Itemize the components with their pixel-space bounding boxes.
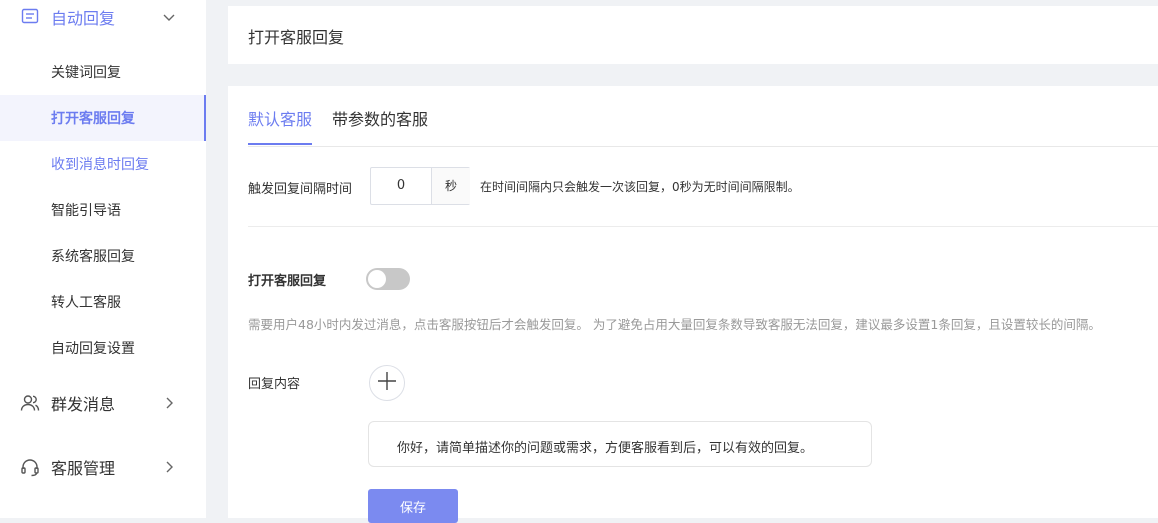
add-reply-button[interactable] <box>369 365 405 401</box>
divider <box>248 226 1158 227</box>
users-icon <box>20 393 40 413</box>
interval-row: 触发回复间隔时间 秒 在时间间隔内只会触发一次该回复，0秒为无时间间隔限制。 <box>248 167 1158 205</box>
interval-input[interactable] <box>371 168 431 204</box>
sidebar-item-smart-guide[interactable]: 智能引导语 <box>0 187 206 233</box>
chevron-down-icon <box>162 10 176 24</box>
content-panel: 默认客服 带参数的客服 触发回复间隔时间 秒 在时间间隔内只会触发一次该回复，0… <box>228 86 1158 523</box>
sidebar-group-auto-reply[interactable]: 自动回复 <box>0 0 206 37</box>
chevron-right-icon <box>162 460 176 474</box>
interval-unit: 秒 <box>431 168 470 204</box>
sidebar-item-auto-reply-settings[interactable]: 自动回复设置 <box>0 325 206 371</box>
chevron-right-icon <box>162 396 176 410</box>
toggle-label: 打开客服回复 <box>248 274 327 289</box>
tab-param-service[interactable]: 带参数的客服 <box>332 106 428 130</box>
sidebar-group-service-manage[interactable]: 客服管理 <box>0 447 206 487</box>
sidebar-group-group-message[interactable]: 群发消息 <box>0 383 206 423</box>
page-header: 打开客服回复 <box>228 6 1158 64</box>
interval-hint: 在时间间隔内只会触发一次该回复，0秒为无时间间隔限制。 <box>480 180 800 194</box>
plus-icon <box>376 370 398 396</box>
sidebar-group-label: 自动回复 <box>51 9 116 28</box>
reply-content-label: 回复内容 <box>248 377 301 392</box>
page-title: 打开客服回复 <box>248 28 345 47</box>
sidebar-item-system-service-reply[interactable]: 系统客服回复 <box>0 233 206 279</box>
sidebar: 自动回复 关键词回复 打开客服回复 收到消息时回复 智能引导语 系统客服回复 转… <box>0 0 206 518</box>
sidebar-group-label: 群发消息 <box>51 395 116 414</box>
active-tab-indicator <box>248 143 312 145</box>
interval-label: 触发回复间隔时间 <box>248 182 353 197</box>
sidebar-item-message-received-reply[interactable]: 收到消息时回复 <box>0 141 206 187</box>
sidebar-item-transfer-human[interactable]: 转人工客服 <box>0 279 206 325</box>
sidebar-item-keyword-reply[interactable]: 关键词回复 <box>0 49 206 95</box>
sidebar-item-open-service-reply[interactable]: 打开客服回复 <box>0 95 206 141</box>
switch-knob <box>368 270 386 288</box>
interval-input-group: 秒 <box>370 167 470 205</box>
tab-bar: 默认客服 带参数的客服 <box>248 86 1158 147</box>
open-service-reply-switch[interactable] <box>366 268 410 290</box>
help-note: 需要用户48小时内发过消息，点击客服按钮后才会触发回复。 为了避免占用大量回复条… <box>248 317 1101 332</box>
reply-content-text: 你好，请简单描述你的问题或需求，方便客服看到后，可以有效的回复。 <box>397 441 814 456</box>
sidebar-group-label: 客服管理 <box>51 459 116 478</box>
headset-icon <box>20 457 40 477</box>
reply-content-card[interactable]: 你好，请简单描述你的问题或需求，方便客服看到后，可以有效的回复。 <box>368 421 872 467</box>
message-square-icon <box>20 7 40 27</box>
tab-default-service[interactable]: 默认客服 <box>248 106 312 130</box>
